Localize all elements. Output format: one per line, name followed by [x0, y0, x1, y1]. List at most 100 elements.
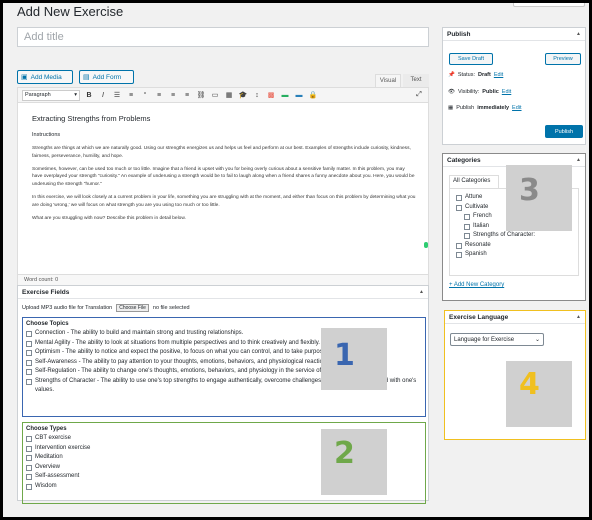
tab-text[interactable]: Text: [403, 74, 429, 87]
checkbox[interactable]: [26, 331, 32, 337]
edit-schedule-link[interactable]: Edit: [512, 105, 521, 111]
annotation-number-4: 4: [519, 367, 540, 402]
add-form-label: Add Form: [92, 73, 122, 81]
bold-icon[interactable]: B: [84, 92, 94, 99]
checkbox[interactable]: [26, 455, 32, 461]
add-new-category-link[interactable]: + Add New Category: [449, 282, 504, 288]
lock-icon[interactable]: 🔒: [308, 91, 318, 99]
chevron-down-icon: ⌄: [534, 337, 540, 343]
highlight-icon[interactable]: ▬: [280, 92, 290, 99]
checkbox[interactable]: [26, 350, 32, 356]
checkbox[interactable]: [26, 474, 32, 480]
pin-icon: 📌: [448, 72, 455, 78]
status-label: Status:: [457, 72, 475, 78]
content-subheading: Instructions: [32, 131, 61, 138]
checkbox[interactable]: [456, 242, 462, 249]
eye-icon: 👁: [448, 89, 455, 95]
upload-label: Upload MP3 audio file for Translation: [22, 305, 113, 311]
category-item[interactable]: Spanish: [450, 250, 578, 260]
topics-title: Choose Topics: [26, 321, 69, 327]
content-paragraph: Sometimes, however, can be used too much…: [32, 166, 415, 187]
publish-title: Publish: [447, 31, 471, 38]
preview-button[interactable]: Preview: [545, 53, 581, 65]
bullet-list-icon[interactable]: ☰: [112, 91, 122, 99]
line-height-icon[interactable]: ↕: [252, 92, 262, 99]
choose-file-button[interactable]: Choose File: [116, 304, 149, 312]
save-draft-button[interactable]: Save Draft: [449, 53, 493, 65]
link-icon[interactable]: ⛓: [196, 91, 206, 99]
edit-status-link[interactable]: Edit: [494, 72, 503, 78]
toolbar-toggle-icon[interactable]: ▭: [210, 91, 220, 99]
publish-value: immediately: [477, 105, 510, 111]
exercise-language-header[interactable]: Exercise Language ▲: [445, 311, 585, 324]
annotation-number-3: 3: [519, 173, 540, 208]
page-title: Add New Exercise: [17, 4, 124, 19]
checkbox[interactable]: [456, 204, 462, 211]
table-icon[interactable]: ▦: [224, 91, 234, 99]
visibility-label: Visibility:: [457, 89, 480, 95]
format-select[interactable]: Paragraph ▾: [22, 89, 80, 101]
strikethrough-icon[interactable]: ▬: [294, 92, 304, 99]
fullscreen-icon[interactable]: ⤢: [414, 91, 424, 99]
caret-up-icon[interactable]: ▲: [419, 289, 424, 295]
edit-visibility-link[interactable]: Edit: [502, 89, 511, 95]
caret-up-icon[interactable]: ▲: [576, 314, 581, 320]
exercise-language-select[interactable]: Language for Exercise ⌄: [450, 333, 544, 346]
caret-up-icon[interactable]: ▲: [576, 31, 581, 37]
annotation-number-2: 2: [334, 436, 355, 471]
title-input[interactable]: Add title: [17, 27, 429, 47]
blockquote-icon[interactable]: “: [140, 92, 150, 99]
tab-visual[interactable]: Visual: [375, 74, 401, 87]
media-icon: ▣: [21, 74, 28, 81]
numbered-list-icon[interactable]: ≡: [126, 92, 136, 99]
checkbox[interactable]: [464, 233, 470, 239]
content-editor[interactable]: Paragraph ▾ B I ☰ ≡ “ ≡ ≡ ≡ ⛓ ▭ ▦ 🎓 ↕ ▩ …: [17, 87, 429, 275]
checkbox[interactable]: [26, 340, 32, 347]
add-form-button[interactable]: ▤ Add Form: [79, 70, 134, 84]
checkbox[interactable]: [26, 464, 32, 471]
checkbox[interactable]: [26, 436, 32, 442]
category-item[interactable]: Resonate: [450, 241, 578, 251]
screen-options-tab[interactable]: [513, 3, 585, 7]
checkbox[interactable]: [26, 445, 32, 452]
publish-header[interactable]: Publish ▲: [443, 28, 585, 41]
align-left-icon[interactable]: ≡: [154, 92, 164, 99]
checkbox[interactable]: [456, 252, 462, 258]
align-center-icon[interactable]: ≡: [168, 92, 178, 99]
checkbox[interactable]: [464, 214, 470, 220]
publish-label: Publish: [456, 105, 475, 111]
checkbox[interactable]: [26, 378, 32, 385]
no-file-text: no file selected: [152, 305, 190, 311]
annotation-number-1: 1: [334, 338, 355, 373]
publish-button[interactable]: Publish: [545, 125, 583, 138]
exercise-language-title: Exercise Language: [449, 314, 509, 321]
checkbox[interactable]: [26, 359, 32, 366]
caret-up-icon[interactable]: ▲: [576, 157, 581, 163]
color-palette-icon[interactable]: ▩: [266, 91, 276, 99]
wordpress-editor-screen: Add New Exercise Add title ▣ Add Media ▤…: [3, 3, 589, 517]
editor-content[interactable]: Extracting Strengths from Problems Instr…: [18, 103, 416, 223]
calendar-icon: ▦: [448, 105, 454, 111]
visibility-row: 👁 Visibility: Public Edit: [448, 89, 511, 95]
category-item[interactable]: Strengths of Character:: [450, 231, 578, 241]
checkbox[interactable]: [456, 195, 462, 201]
tab-all-categories[interactable]: All Categories: [449, 175, 499, 188]
exercise-fields-header[interactable]: Exercise Fields ▲: [18, 286, 428, 299]
format-select-value: Paragraph: [25, 92, 51, 98]
visibility-value: Public: [482, 89, 499, 95]
content-paragraph: What are you struggling with now? Descri…: [32, 216, 186, 222]
italic-icon[interactable]: I: [98, 92, 108, 99]
checkbox[interactable]: [26, 483, 32, 490]
status-value: Draft: [477, 72, 491, 78]
add-media-button[interactable]: ▣ Add Media: [17, 70, 73, 84]
schedule-row: ▦ Publish immediately Edit: [448, 105, 522, 111]
exercise-fields-title: Exercise Fields: [22, 289, 70, 296]
align-right-icon[interactable]: ≡: [182, 92, 192, 99]
editor-toolbar: Paragraph ▾ B I ☰ ≡ “ ≡ ≡ ≡ ⛓ ▭ ▦ 🎓 ↕ ▩ …: [18, 88, 428, 103]
chevron-down-icon: ▾: [74, 92, 77, 98]
checkbox[interactable]: [26, 369, 32, 375]
editor-resize-handle[interactable]: [424, 242, 428, 248]
add-media-label: Add Media: [30, 73, 62, 81]
graduation-cap-icon[interactable]: 🎓: [238, 91, 248, 99]
checkbox[interactable]: [464, 223, 470, 230]
